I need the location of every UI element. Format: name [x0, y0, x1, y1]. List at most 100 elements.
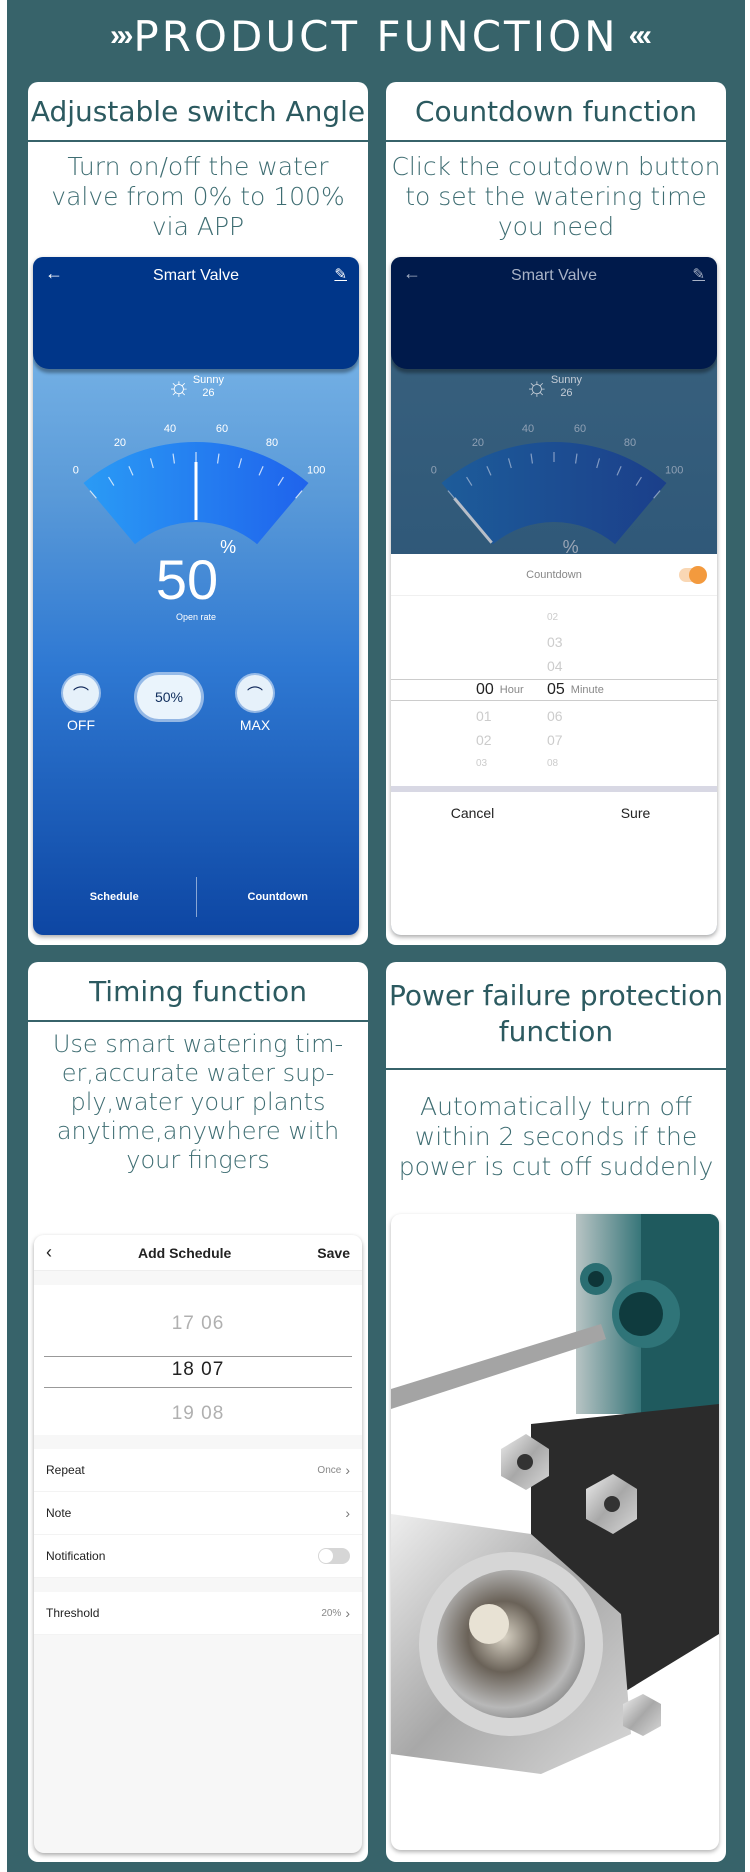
pencil-icon[interactable]: ✎: [692, 265, 705, 283]
setting-row-notification[interactable]: Notification: [34, 1535, 362, 1578]
schedule-header: ‹ Add Schedule Save: [34, 1235, 362, 1271]
open-rate-label: Open rate: [175, 612, 217, 622]
chevrons-left-decor: ««: [628, 19, 653, 52]
current-value-button[interactable]: 50%: [137, 675, 201, 719]
open-rate-value-wrap: 50%: [33, 537, 359, 612]
wheel-item: 06: [547, 708, 563, 724]
max-label: MAX: [239, 717, 271, 733]
weather-widget: ☼ Sunny 26: [167, 371, 224, 402]
gauge-tick-label: 100: [307, 465, 325, 477]
chevron-right-icon: ›: [345, 1605, 350, 1621]
off-label: OFF: [67, 717, 95, 733]
gauge-tick-label: 40: [522, 423, 534, 435]
setting-row-note[interactable]: Note ›: [34, 1492, 362, 1535]
time-wheel[interactable]: 02 03 04 00 Hour 05 Minute 01 02 03 06 0…: [391, 596, 717, 786]
panel-timing: Timing function Use smart watering tim-e…: [28, 962, 368, 1862]
add-schedule-screen: ‹ Add Schedule Save 17 06 18 07 19 08 Repeat On…: [34, 1235, 362, 1853]
minute-value: 05: [547, 681, 565, 698]
wheel-item: 03: [547, 634, 563, 650]
panel-adjustable-angle: Adjustable switch Angle Turn on/off the …: [28, 82, 368, 945]
percent-sign: %: [220, 537, 237, 558]
notification-toggle[interactable]: [318, 1548, 350, 1564]
weather-temperature: 26: [560, 386, 573, 399]
time-picker[interactable]: 17 06 18 07 19 08: [34, 1285, 362, 1435]
bottom-tabs: Schedule Countdown: [33, 877, 359, 917]
threshold-label: Threshold: [46, 1606, 100, 1620]
minute-unit: Minute: [570, 684, 604, 696]
wheel-item: 02: [476, 732, 492, 748]
panel-description: Click the coutdown button to set the wat…: [391, 152, 721, 241]
panel-title: Adjustable switch Angle: [28, 82, 368, 142]
note-value-wrap: ›: [341, 1505, 350, 1521]
selected-hour: 00 Hour: [476, 680, 524, 700]
panel-description: Turn on/off the water valve from 0% to 1…: [51, 152, 345, 241]
panel-description: Automatically turn off within 2 seconds …: [398, 1092, 714, 1181]
threshold-value-wrap: 20% ›: [321, 1605, 350, 1621]
panel-countdown: Countdown function Click the coutdown bu…: [386, 82, 726, 945]
sun-icon: ☼: [167, 371, 191, 401]
max-button[interactable]: ⌒ MAX: [237, 675, 273, 733]
chevron-right-icon: ›: [345, 1462, 350, 1478]
selected-minute: 05 Minute: [547, 680, 604, 700]
wheel-item: 03: [476, 758, 488, 769]
hour-unit: Hour: [499, 684, 524, 696]
panel-description: Use smart watering tim-er,accurate water…: [52, 1030, 344, 1174]
open-rate-value: 50: [155, 548, 219, 611]
wheel-item: 07: [547, 732, 563, 748]
motorized-ball-valve-photo: [391, 1214, 719, 1850]
hour-column-below: 01 02 03: [476, 704, 492, 776]
back-chevron-icon[interactable]: ‹: [46, 1242, 52, 1263]
app-bar: ← Smart Valve ✎: [33, 257, 359, 369]
gauge-high-icon: ⌒: [237, 675, 273, 711]
wheel-item: 08: [547, 758, 559, 769]
time-above: 17 06: [171, 1313, 225, 1334]
gauge-tick-label: 100: [665, 465, 683, 477]
setting-row-repeat[interactable]: Repeat Once ›: [34, 1449, 362, 1492]
panel-title: Countdown function: [386, 82, 726, 142]
minute-column-above: 02 03 04: [547, 606, 563, 678]
app-title: Smart Valve: [511, 267, 597, 284]
panel-title: Timing function: [28, 962, 368, 1022]
note-label: Note: [46, 1506, 72, 1520]
wheel-item: 04: [547, 658, 563, 674]
repeat-value-wrap: Once ›: [317, 1462, 350, 1478]
tab-countdown[interactable]: Countdown: [197, 877, 360, 917]
cancel-button[interactable]: Cancel: [391, 792, 554, 834]
page-background: »» PRODUCT FUNCTION «« Adjustable switch…: [7, 0, 745, 1872]
save-button[interactable]: Save: [317, 1245, 350, 1261]
repeat-value: Once: [317, 1464, 342, 1476]
gauge-tick-label: 0: [73, 465, 79, 477]
app-title: Smart Valve: [153, 267, 239, 284]
wheel-item: 02: [547, 612, 559, 623]
setting-row-threshold[interactable]: Threshold 20% ›: [34, 1592, 362, 1635]
gauge-tick-label: 40: [164, 423, 176, 435]
app-bar: ← Smart Valve ✎: [391, 257, 717, 369]
notification-label: Notification: [46, 1549, 106, 1563]
chevrons-right-decor: »»: [110, 19, 134, 52]
sure-button[interactable]: Sure: [554, 792, 717, 834]
panel-power-failure: Power failure protection function Automa…: [386, 962, 726, 1862]
sheet-header: Countdown: [391, 554, 717, 596]
countdown-toggle[interactable]: [679, 566, 707, 584]
countdown-sheet: Countdown 02 03 04 00 Hour 05 Minute 01 …: [391, 554, 717, 935]
gauge-tick-label: 20: [114, 437, 126, 449]
threshold-value: 20%: [321, 1607, 342, 1619]
off-button[interactable]: ⌒ OFF: [63, 675, 99, 733]
hour-value: 00: [476, 681, 494, 698]
tab-schedule[interactable]: Schedule: [33, 877, 196, 917]
gauge-tick-label: 80: [624, 437, 636, 449]
panel-title: Power failure protection function: [386, 962, 726, 1070]
wheel-item: 01: [476, 708, 492, 724]
gauge-tick-label: 20: [472, 437, 484, 449]
repeat-label: Repeat: [46, 1463, 85, 1477]
weather-widget: ☼ Sunny 26: [525, 371, 582, 402]
banner: »» PRODUCT FUNCTION ««: [7, 0, 745, 72]
banner-title: PRODUCT FUNCTION: [133, 11, 619, 61]
sheet-title: Countdown: [526, 568, 582, 581]
pencil-icon[interactable]: ✎: [334, 265, 347, 283]
gauge-tick-label: 60: [216, 423, 228, 435]
minute-column-below: 06 07 08: [547, 704, 563, 776]
schedule-title: Add Schedule: [137, 1244, 232, 1261]
